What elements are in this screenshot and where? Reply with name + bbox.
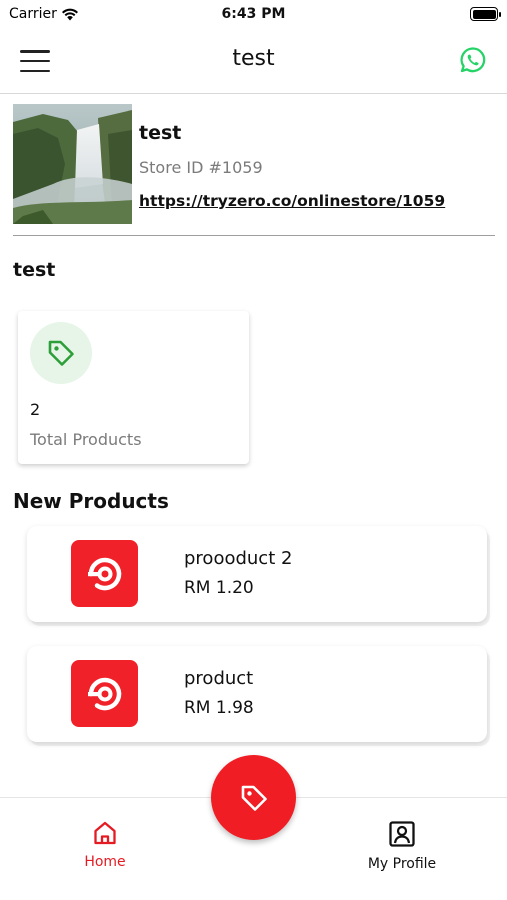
tab-home[interactable]: Home bbox=[65, 820, 145, 870]
product-logo-icon bbox=[71, 540, 138, 607]
store-name: test bbox=[139, 122, 182, 144]
store-section-title: test bbox=[13, 259, 56, 281]
product-card[interactable]: proooduct 2 RM 1.20 bbox=[27, 526, 487, 622]
battery-icon bbox=[470, 7, 501, 21]
total-products-label: Total Products bbox=[30, 430, 142, 449]
tab-home-label: Home bbox=[84, 854, 126, 870]
product-logo-icon bbox=[71, 660, 138, 727]
new-products-title: New Products bbox=[13, 489, 169, 513]
tag-icon bbox=[48, 340, 74, 366]
nav-bar: test bbox=[0, 30, 507, 94]
product-name: product bbox=[184, 668, 254, 689]
total-products-card[interactable]: 2 Total Products bbox=[18, 311, 249, 464]
store-header: test Store ID #1059 https://tryzero.co/o… bbox=[13, 104, 495, 236]
page-title: test bbox=[232, 46, 275, 71]
whatsapp-icon[interactable] bbox=[459, 46, 487, 74]
products-fab-button[interactable] bbox=[211, 755, 296, 840]
tab-my-profile-label: My Profile bbox=[367, 856, 437, 872]
tab-my-profile[interactable]: My Profile bbox=[352, 820, 452, 872]
store-image bbox=[13, 104, 132, 224]
profile-icon bbox=[389, 821, 415, 847]
store-link[interactable]: https://tryzero.co/onlinestore/1059 bbox=[139, 192, 445, 210]
store-id: Store ID #1059 bbox=[139, 158, 263, 177]
status-bar: Carrier 6:43 PM bbox=[0, 0, 507, 30]
clock: 6:43 PM bbox=[221, 6, 286, 22]
tag-icon bbox=[241, 785, 267, 811]
stat-icon-circle bbox=[30, 322, 92, 384]
total-products-value: 2 bbox=[30, 400, 41, 419]
product-name: proooduct 2 bbox=[184, 548, 293, 569]
product-price: RM 1.98 bbox=[184, 698, 254, 718]
home-icon bbox=[94, 821, 116, 845]
product-price: RM 1.20 bbox=[184, 578, 254, 598]
product-card[interactable]: product RM 1.98 bbox=[27, 646, 487, 742]
